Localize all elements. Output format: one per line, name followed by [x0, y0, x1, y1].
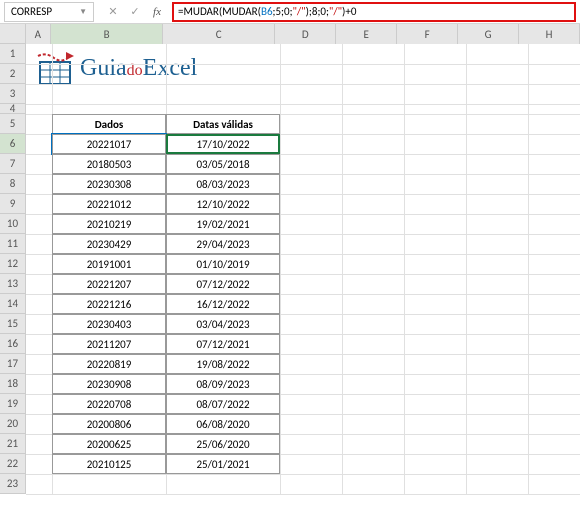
cell-c11[interactable]: 29/04/2023 — [166, 234, 280, 254]
row-header-7[interactable]: 7 — [0, 154, 26, 174]
cell-c20[interactable]: 06/08/2020 — [166, 414, 280, 434]
cell-c18[interactable]: 08/09/2023 — [166, 374, 280, 394]
cell-b15[interactable]: 20230403 — [52, 314, 166, 334]
row-header-14[interactable]: 14 — [0, 294, 26, 314]
row-header-6[interactable]: 6 — [0, 134, 26, 154]
row-header-2[interactable]: 2 — [0, 64, 26, 84]
formula-bar[interactable]: =MUDAR(MUDAR(B6;5;0;"/");8;0;"/")+0 — [172, 2, 576, 22]
row-header-20[interactable]: 20 — [0, 414, 26, 434]
cell-c17[interactable]: 19/08/2022 — [166, 354, 280, 374]
cell-b7[interactable]: 20180503 — [52, 154, 166, 174]
row-header-15[interactable]: 15 — [0, 314, 26, 334]
cell-c9[interactable]: 12/10/2022 — [166, 194, 280, 214]
row-header-13[interactable]: 13 — [0, 274, 26, 294]
cell-b19[interactable]: 20220708 — [52, 394, 166, 414]
col-header-b[interactable]: B — [51, 24, 163, 44]
cell-b10[interactable]: 20210219 — [52, 214, 166, 234]
row-header-16[interactable]: 16 — [0, 334, 26, 354]
logo-text: GuiadoExcel — [80, 55, 197, 82]
cell-b16[interactable]: 20211207 — [52, 334, 166, 354]
row-header-10[interactable]: 10 — [0, 214, 26, 234]
cell-c13[interactable]: 07/12/2022 — [166, 274, 280, 294]
row-header-18[interactable]: 18 — [0, 374, 26, 394]
cancel-icon[interactable]: ✕ — [106, 5, 120, 19]
row-header-22[interactable]: 22 — [0, 454, 26, 474]
chevron-down-icon[interactable]: ▼ — [79, 7, 87, 17]
fx-icon[interactable]: fx — [150, 5, 164, 19]
col-header-a[interactable]: A — [26, 24, 52, 44]
header-datas[interactable]: Datas válidas — [166, 114, 280, 134]
cell-b12[interactable]: 20191001 — [52, 254, 166, 274]
cell-c8[interactable]: 08/03/2023 — [166, 174, 280, 194]
formula-bar-icons: ✕ ✓ fx — [98, 5, 172, 19]
row-header-9[interactable]: 9 — [0, 194, 26, 214]
cell-c19[interactable]: 08/07/2022 — [166, 394, 280, 414]
cell-b8[interactable]: 20230308 — [52, 174, 166, 194]
cell-c22[interactable]: 25/01/2021 — [166, 454, 280, 474]
formula-content: =MUDAR(MUDAR(B6;5;0;"/");8;0;"/")+0 — [178, 5, 356, 18]
name-box[interactable]: CORRESP ▼ — [4, 2, 94, 22]
cell-c16[interactable]: 07/12/2021 — [166, 334, 280, 354]
cell-b9[interactable]: 20221012 — [52, 194, 166, 214]
col-header-e[interactable]: E — [336, 24, 397, 44]
col-header-c[interactable]: C — [163, 24, 275, 44]
row-header-19[interactable]: 19 — [0, 394, 26, 414]
cell-c6[interactable]: 17/10/2022 — [166, 134, 280, 154]
cell-b14[interactable]: 20221216 — [52, 294, 166, 314]
cell-b18[interactable]: 20230908 — [52, 374, 166, 394]
cell-b13[interactable]: 20221207 — [52, 274, 166, 294]
cell-b21[interactable]: 20200625 — [52, 434, 166, 454]
cell-b20[interactable]: 20200806 — [52, 414, 166, 434]
cell-c7[interactable]: 03/05/2018 — [166, 154, 280, 174]
logo: GuiadoExcel — [36, 48, 197, 88]
cell-c21[interactable]: 25/06/2020 — [166, 434, 280, 454]
cell-b6[interactable]: 20221017 — [52, 134, 166, 154]
cell-c14[interactable]: 16/12/2022 — [166, 294, 280, 314]
row-header-11[interactable]: 11 — [0, 234, 26, 254]
col-header-g[interactable]: G — [458, 24, 519, 44]
cell-b22[interactable]: 20210125 — [52, 454, 166, 474]
row-header-3[interactable]: 3 — [0, 84, 26, 104]
check-icon[interactable]: ✓ — [128, 5, 142, 19]
header-dados[interactable]: Dados — [52, 114, 166, 134]
logo-icon — [36, 48, 76, 88]
cell-c12[interactable]: 01/10/2019 — [166, 254, 280, 274]
row-header-4[interactable]: 4 — [0, 104, 26, 114]
cell-c10[interactable]: 19/02/2021 — [166, 214, 280, 234]
col-header-f[interactable]: F — [397, 24, 458, 44]
col-header-h[interactable]: H — [519, 24, 580, 44]
row-header-5[interactable]: 5 — [0, 114, 26, 134]
row-header-21[interactable]: 21 — [0, 434, 26, 454]
name-box-value: CORRESP — [11, 5, 52, 18]
col-header-d[interactable]: D — [275, 24, 336, 44]
row-header-12[interactable]: 12 — [0, 254, 26, 274]
row-header-8[interactable]: 8 — [0, 174, 26, 194]
row-header-1[interactable]: 1 — [0, 44, 26, 64]
row-header-23[interactable]: 23 — [0, 474, 26, 494]
select-all-corner[interactable] — [0, 24, 26, 44]
cell-c15[interactable]: 03/04/2023 — [166, 314, 280, 334]
cell-b11[interactable]: 20230429 — [52, 234, 166, 254]
row-header-17[interactable]: 17 — [0, 354, 26, 374]
cell-b17[interactable]: 20220819 — [52, 354, 166, 374]
